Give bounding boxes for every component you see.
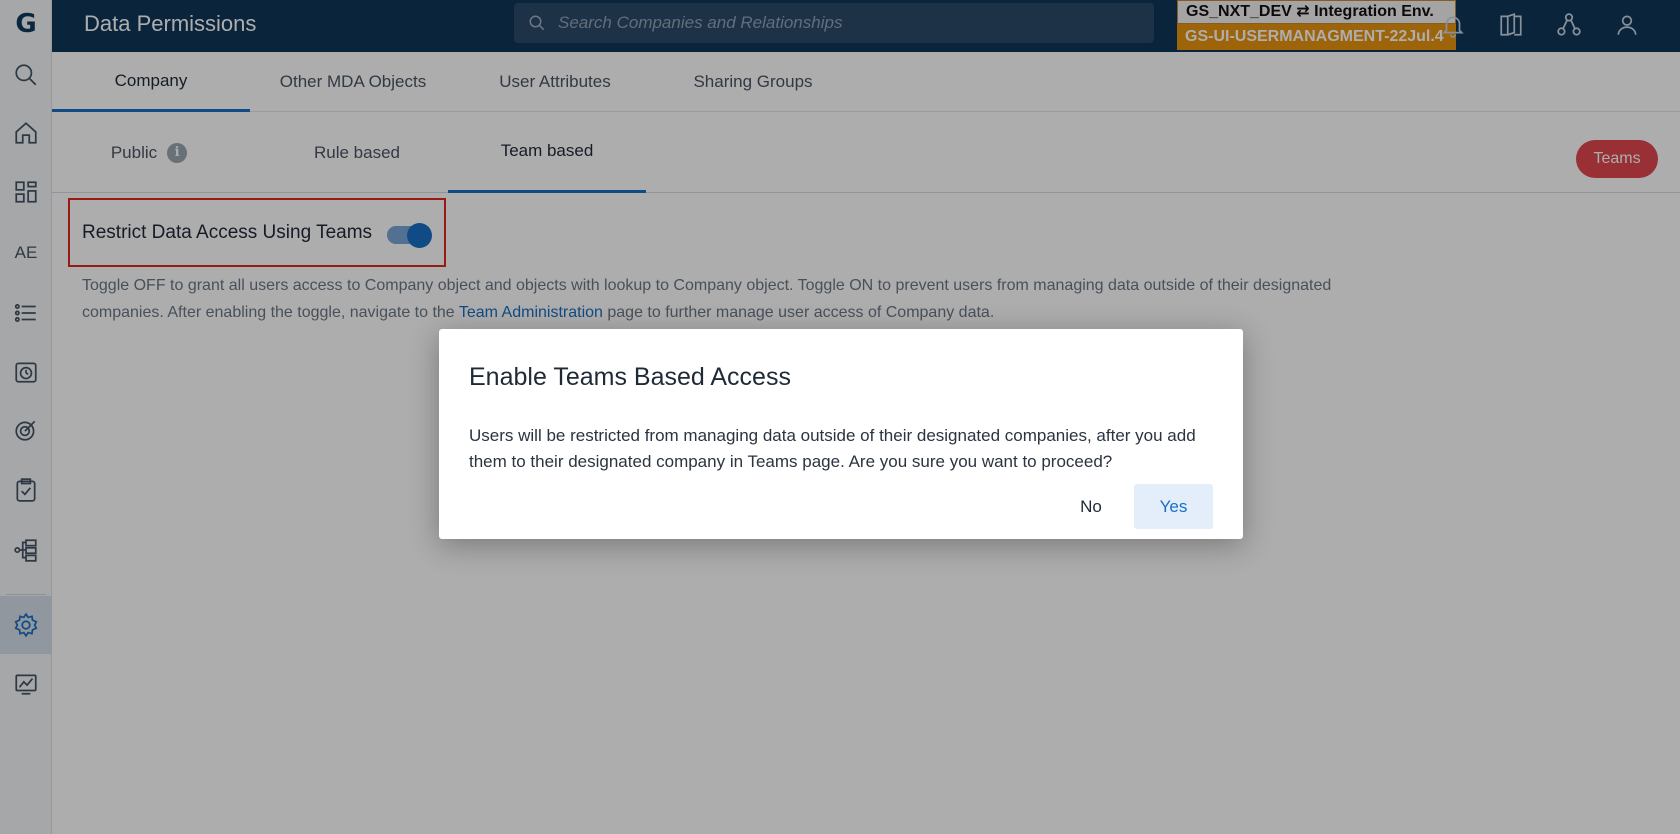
no-button[interactable]: No (1061, 485, 1121, 529)
dialog-message: Users will be restricted from managing d… (469, 426, 1196, 471)
enable-teams-dialog: Enable Teams Based Access Users will be … (439, 329, 1243, 539)
dialog-title: Enable Teams Based Access (469, 363, 791, 391)
yes-button[interactable]: Yes (1134, 484, 1213, 529)
